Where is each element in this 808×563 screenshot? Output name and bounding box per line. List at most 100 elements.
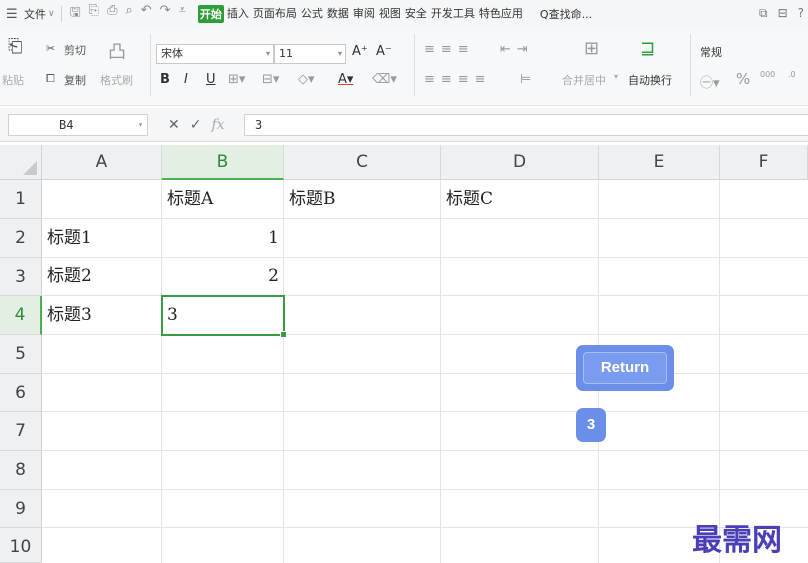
tab-special-apps[interactable]: 特色应用 bbox=[478, 5, 524, 23]
redo-icon[interactable]: ↷ bbox=[160, 3, 171, 25]
file-menu[interactable]: 文件 bbox=[24, 6, 46, 22]
cell-b4[interactable]: 3 bbox=[162, 296, 284, 334]
row-header-1[interactable]: 1 bbox=[0, 180, 42, 219]
row-header-8[interactable]: 8 bbox=[0, 451, 42, 490]
column-header-f[interactable]: F bbox=[720, 145, 808, 180]
font-color-icon[interactable]: A▾ bbox=[338, 72, 353, 87]
chevron-down-icon[interactable]: ▾ bbox=[266, 45, 270, 63]
underline-icon[interactable]: U bbox=[206, 72, 216, 87]
row-header-5[interactable]: 5 bbox=[0, 335, 42, 374]
paste-button[interactable]: 粘贴 bbox=[2, 72, 24, 88]
tab-developer[interactable]: 开发工具 bbox=[430, 5, 476, 23]
customize-toolbar-icon[interactable]: ⩡ bbox=[179, 3, 186, 25]
save-icon[interactable]: 🖫 bbox=[70, 3, 81, 25]
tab-home[interactable]: 开始 bbox=[197, 5, 224, 23]
formula-input[interactable]: 3 bbox=[244, 114, 808, 136]
paste-icon[interactable]: ⎗ bbox=[8, 36, 22, 57]
cell-d1[interactable]: 标题C bbox=[441, 180, 599, 218]
column-header-c[interactable]: C bbox=[284, 145, 441, 180]
row-header-2[interactable]: 2 bbox=[0, 219, 42, 258]
decrease-font-icon[interactable]: A⁻ bbox=[376, 44, 392, 59]
tab-data[interactable]: 数据 bbox=[326, 5, 350, 23]
tab-review[interactable]: 审阅 bbox=[352, 5, 376, 23]
chevron-down-icon[interactable]: ▾ bbox=[138, 115, 143, 135]
row-header-3[interactable]: 3 bbox=[0, 258, 42, 296]
spreadsheet-grid[interactable]: A B C D E F 1 2 3 4 5 6 7 8 9 10 标题A 标题B… bbox=[0, 145, 808, 563]
fill-color-icon[interactable]: ◇▾ bbox=[298, 72, 315, 87]
row-header-4[interactable]: 4 bbox=[0, 296, 42, 335]
function-icon[interactable]: fx bbox=[211, 117, 224, 133]
thousands-separator-icon[interactable]: 000 bbox=[760, 70, 775, 79]
tab-page-layout[interactable]: 页面布局 bbox=[252, 5, 298, 23]
share-icon[interactable]: ⧉ bbox=[759, 6, 768, 21]
clear-format-icon[interactable]: ⌫▾ bbox=[372, 72, 397, 87]
vertical-align-icons[interactable]: ≡≡≡ bbox=[424, 42, 475, 57]
format-painter-icon[interactable]: 凸 bbox=[108, 38, 126, 64]
cell-b2[interactable]: 1 bbox=[162, 219, 284, 257]
scissors-icon[interactable]: ✂ bbox=[46, 42, 55, 55]
row-header-9[interactable]: 9 bbox=[0, 490, 42, 528]
chevron-down-icon[interactable]: ∨ bbox=[48, 9, 55, 19]
row-header-6[interactable]: 6 bbox=[0, 374, 42, 412]
cancel-icon[interactable]: ✕ bbox=[168, 117, 180, 133]
increase-decimal-icon[interactable]: .0 bbox=[788, 70, 796, 79]
border-icon[interactable]: ⊞▾ bbox=[228, 72, 245, 87]
format-painter-button[interactable]: 格式刷 bbox=[100, 72, 133, 88]
gridline bbox=[42, 489, 808, 490]
column-header-a[interactable]: A bbox=[42, 145, 162, 180]
gridline bbox=[42, 450, 808, 451]
layout-icon[interactable]: ⊟ bbox=[778, 6, 788, 21]
divider bbox=[60, 6, 62, 22]
indent-icons[interactable]: ⇤⇥ bbox=[500, 42, 534, 57]
copy-button[interactable]: 复制 bbox=[64, 72, 86, 88]
cell-b1[interactable]: 标题A bbox=[162, 180, 284, 218]
command-search[interactable]: Q查找命... bbox=[540, 6, 592, 22]
bold-icon[interactable]: B bbox=[160, 72, 170, 87]
cell-a3[interactable]: 标题2 bbox=[42, 258, 162, 295]
confirm-icon[interactable]: ✓ bbox=[190, 117, 202, 133]
undo-icon[interactable]: ↶ bbox=[141, 3, 152, 25]
print-preview-icon[interactable]: ⌕ bbox=[125, 3, 132, 25]
tab-view[interactable]: 视图 bbox=[378, 5, 402, 23]
gridline bbox=[42, 373, 808, 374]
print-icon[interactable]: ⎙ bbox=[107, 3, 117, 25]
cell-a4[interactable]: 标题3 bbox=[42, 296, 162, 334]
help-icon[interactable]: ? bbox=[798, 6, 804, 21]
export-pdf-icon[interactable]: ⎘ bbox=[89, 3, 99, 25]
wrap-text-button[interactable]: 自动换行 bbox=[628, 72, 672, 88]
percent-icon[interactable]: % bbox=[736, 70, 750, 88]
font-size-value: 11 bbox=[279, 47, 293, 60]
copy-icon[interactable]: ⧠ bbox=[46, 72, 55, 86]
hamburger-icon[interactable]: ☰ bbox=[6, 7, 20, 22]
number-format-select[interactable]: 常规 bbox=[700, 44, 722, 60]
wrap-text-icon[interactable]: ⊒ bbox=[640, 38, 655, 59]
row-header-7[interactable]: 7 bbox=[0, 412, 42, 451]
divider bbox=[690, 34, 691, 96]
font-size-select[interactable]: 11 ▾ bbox=[274, 44, 346, 64]
tab-security[interactable]: 安全 bbox=[404, 5, 428, 23]
distribute-icon[interactable]: ⊨ bbox=[520, 72, 531, 87]
cell-a2[interactable]: 标题1 bbox=[42, 219, 162, 257]
merge-center-icon[interactable]: ⊞ bbox=[584, 38, 599, 59]
increase-font-icon[interactable]: A⁺ bbox=[352, 44, 368, 59]
horizontal-align-icons[interactable]: ≡≡≡≡ bbox=[424, 72, 492, 87]
merge-style-icon[interactable]: ⊟▾ bbox=[262, 72, 279, 87]
font-name-select[interactable]: 宋体 ▾ bbox=[156, 44, 274, 64]
column-header-e[interactable]: E bbox=[599, 145, 720, 180]
cut-button[interactable]: 剪切 bbox=[64, 42, 86, 58]
column-header-b[interactable]: B bbox=[162, 145, 284, 180]
cell-b3[interactable]: 2 bbox=[162, 258, 284, 295]
cell-c1[interactable]: 标题B bbox=[284, 180, 441, 218]
name-box[interactable]: B4 ▾ bbox=[8, 114, 148, 136]
chevron-down-icon[interactable]: ▾ bbox=[338, 45, 342, 63]
select-all-corner[interactable] bbox=[0, 145, 42, 180]
column-header-d[interactable]: D bbox=[441, 145, 599, 180]
formula-bar: B4 ▾ ✕ ✓ fx 3 bbox=[0, 108, 808, 142]
merge-center-button[interactable]: 合并居中 bbox=[562, 72, 606, 88]
currency-icon[interactable]: ㊀▾ bbox=[700, 72, 720, 91]
italic-icon[interactable]: I bbox=[184, 72, 188, 87]
chevron-down-icon[interactable]: ▾ bbox=[614, 72, 618, 81]
tab-insert[interactable]: 插入 bbox=[226, 5, 250, 23]
row-header-10[interactable]: 10 bbox=[0, 528, 42, 563]
tab-formulas[interactable]: 公式 bbox=[300, 5, 324, 23]
